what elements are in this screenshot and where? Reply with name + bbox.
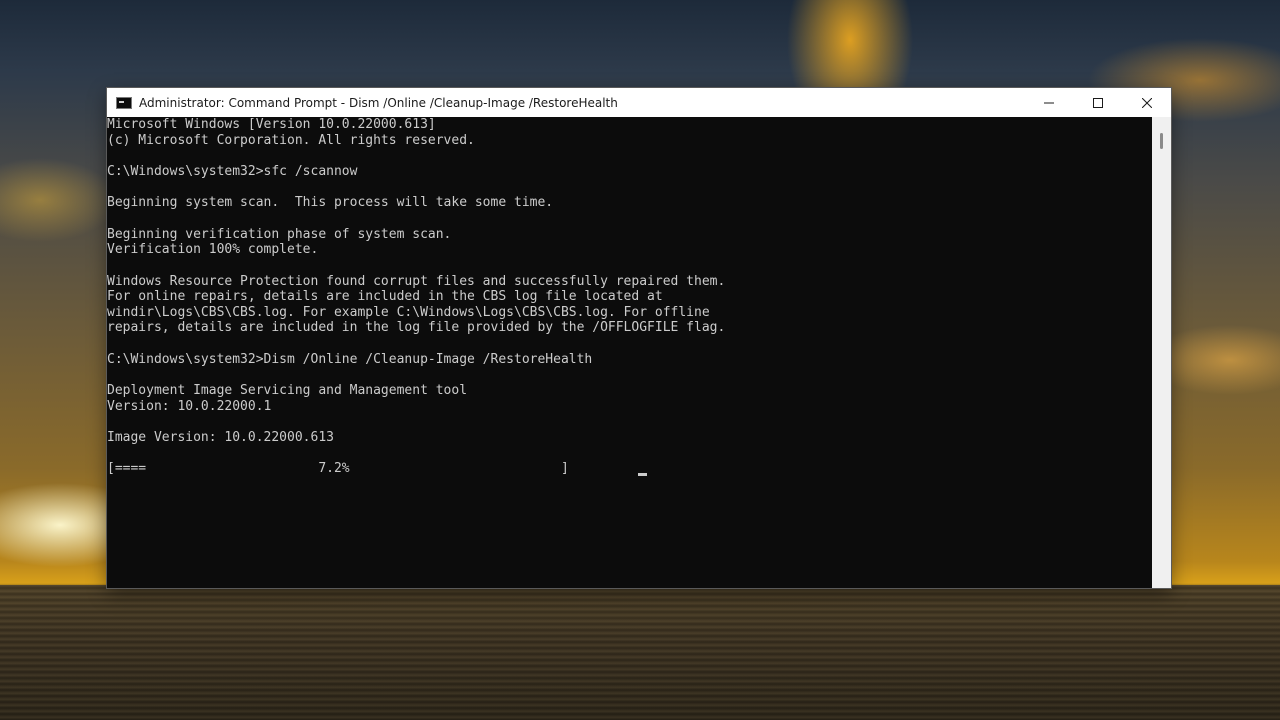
console-line: Image Version: 10.0.22000.613 <box>107 430 334 445</box>
dism-progress-bar: [==== 7.2% ] <box>107 461 569 476</box>
console-line: (c) Microsoft Corporation. All rights re… <box>107 133 475 148</box>
command-prompt-window[interactable]: Administrator: Command Prompt - Dism /On… <box>107 88 1171 588</box>
title-bar[interactable]: Administrator: Command Prompt - Dism /On… <box>107 88 1171 117</box>
console-line: Beginning verification phase of system s… <box>107 227 452 242</box>
console-line: repairs, details are included in the log… <box>107 320 726 335</box>
console-line: windir\Logs\CBS\CBS.log. For example C:\… <box>107 305 710 320</box>
console-line: Microsoft Windows [Version 10.0.22000.61… <box>107 117 436 132</box>
maximize-button[interactable] <box>1073 88 1122 117</box>
vertical-scrollbar[interactable] <box>1152 117 1171 588</box>
scrollbar-thumb[interactable] <box>1160 133 1163 149</box>
close-icon <box>1141 97 1152 108</box>
console-line: Beginning system scan. This process will… <box>107 195 554 210</box>
wallpaper-sea <box>0 585 1280 720</box>
console-line: C:\Windows\system32>Dism /Online /Cleanu… <box>107 352 593 367</box>
close-button[interactable] <box>1122 88 1171 117</box>
console-line: For online repairs, details are included… <box>107 289 663 304</box>
console-line: Verification 100% complete. <box>107 242 319 257</box>
console-icon[interactable] <box>116 96 132 109</box>
console-output[interactable]: Microsoft Windows [Version 10.0.22000.61… <box>107 117 1152 588</box>
window-controls <box>1024 88 1171 117</box>
text-cursor <box>638 473 647 476</box>
console-line: C:\Windows\system32>sfc /scannow <box>107 164 358 179</box>
minimize-icon <box>1043 102 1054 103</box>
maximize-icon <box>1092 97 1103 108</box>
console-line: Windows Resource Protection found corrup… <box>107 274 726 289</box>
console-line: Version: 10.0.22000.1 <box>107 399 272 414</box>
minimize-button[interactable] <box>1024 88 1073 117</box>
window-title: Administrator: Command Prompt - Dism /On… <box>139 95 618 110</box>
console-line: Deployment Image Servicing and Managemen… <box>107 383 468 398</box>
